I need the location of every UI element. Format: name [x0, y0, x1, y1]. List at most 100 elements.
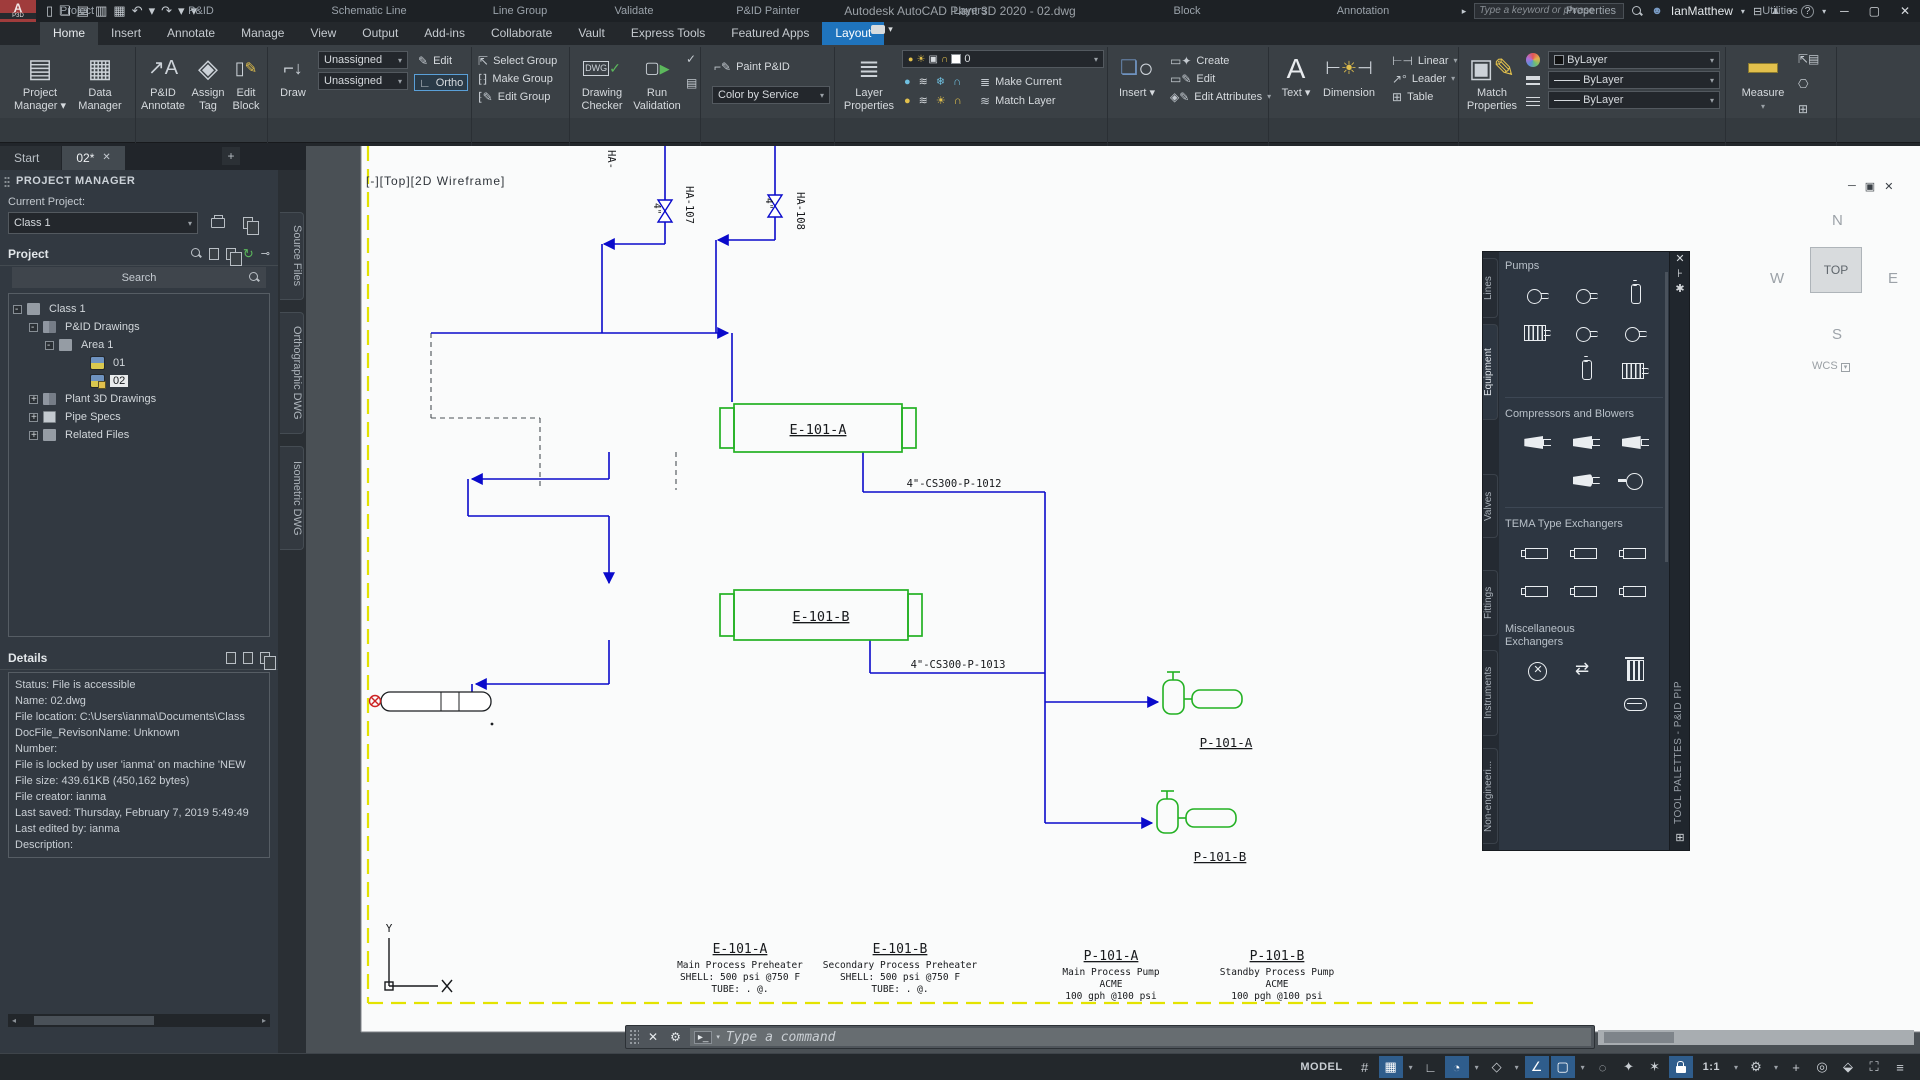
tree-item[interactable]: P&ID Drawings [9, 318, 269, 336]
selection-cycling-icon[interactable]: ◌ [1591, 1056, 1615, 1078]
tree-expander-icon[interactable] [29, 431, 38, 440]
ortho-mode-icon[interactable]: ∟ [1419, 1056, 1443, 1078]
leader-button[interactable]: ↗°Leader▾ [1392, 70, 1455, 87]
grid-display-icon[interactable]: # [1353, 1056, 1377, 1078]
make-group-button[interactable]: ⁅⁆Make Group [478, 70, 553, 87]
layer-properties-button[interactable]: ≣ LayerProperties [840, 49, 898, 113]
run-validation-button[interactable]: ▢▶ RunValidation [630, 49, 684, 113]
layer-on2-icon[interactable]: ● [904, 95, 911, 107]
palette-tool[interactable] [1569, 283, 1603, 307]
palette-tool[interactable] [1569, 431, 1603, 455]
project-search-input[interactable]: Search [12, 267, 266, 288]
palette-tool[interactable] [1569, 359, 1603, 383]
details-icon-3[interactable] [260, 652, 270, 664]
palette-scrollbar[interactable] [1665, 272, 1668, 562]
palette-tool[interactable] [1569, 469, 1603, 493]
print-icon[interactable] [206, 213, 230, 233]
dimension-button[interactable]: ⊢☀⊣ Dimension [1318, 49, 1380, 100]
snap-mode-icon[interactable]: ▦ [1379, 1056, 1403, 1078]
palette-tool[interactable] [1520, 321, 1554, 345]
palette-tool[interactable] [1569, 541, 1603, 565]
tab-orthographic-dwg[interactable]: Orthographic DWG [280, 312, 304, 434]
scrollbar-thumb[interactable] [1604, 1032, 1674, 1043]
layer-lock-icon[interactable]: ∩ [953, 76, 961, 88]
palette-tool[interactable] [1520, 541, 1554, 565]
details-icon-2[interactable] [243, 652, 253, 664]
tree-expander-icon[interactable] [13, 305, 22, 314]
color-wheel-icon[interactable] [1526, 53, 1540, 67]
position-lock-icon[interactable] [1669, 1056, 1693, 1078]
tree-item[interactable]: Area 1 [9, 336, 269, 354]
layer-thaw2-icon[interactable]: ☀ [936, 94, 946, 107]
current-project-dropdown[interactable]: Class 1▾ [8, 212, 198, 234]
select-similar-icon[interactable]: ⎔ [1798, 75, 1808, 92]
linear-dimension-button[interactable]: ⊢⊣Linear▾ [1392, 52, 1458, 69]
e101a-tag[interactable]: E-101-A [790, 422, 847, 438]
ribbon-tab[interactable]: Featured Apps [718, 22, 822, 45]
panel-label-validate[interactable]: Validate [564, 5, 704, 17]
layer-unlock2-icon[interactable]: ∩ [954, 95, 962, 107]
tree-item[interactable]: 01 [9, 354, 269, 372]
text-button[interactable]: A Text ▾ [1276, 49, 1316, 100]
tree-item[interactable]: Pipe Specs [9, 408, 269, 426]
palette-tool[interactable] [1569, 321, 1603, 345]
clean-screen-icon[interactable]: ⛶ [1862, 1056, 1886, 1078]
palette-close-icon[interactable]: ✕ [1670, 252, 1690, 267]
palette-tool[interactable] [1618, 321, 1652, 345]
viewcube-west[interactable]: W [1770, 270, 1784, 287]
panel-label-layers[interactable]: Layers [900, 5, 1040, 17]
edit-block-small-button[interactable]: ▭✎Edit [1170, 70, 1215, 87]
graphics-performance-icon[interactable]: ⬙ [1836, 1056, 1860, 1078]
workspace-caret-icon[interactable]: ▾ [1770, 1056, 1782, 1078]
ribbon-tab[interactable]: Insert [98, 22, 154, 45]
palette-tool[interactable] [1618, 359, 1652, 383]
match-layer-button[interactable]: ≋Match Layer [980, 92, 1056, 109]
quick-select-icon[interactable]: ⇱▤ [1798, 50, 1819, 67]
command-prompt-icon[interactable]: ▸_ [694, 1031, 713, 1044]
command-input[interactable]: ▸_ ▾ Type a command [690, 1028, 1591, 1046]
palette-tool[interactable] [1618, 691, 1652, 715]
isodraft-caret-icon[interactable]: ▾ [1511, 1056, 1523, 1078]
ribbon-tab[interactable]: Collaborate [478, 22, 565, 45]
palette-tool[interactable] [1520, 431, 1554, 455]
paint-pid-button[interactable]: ⌐✎Paint P&ID [714, 58, 790, 75]
file-tab-close-icon[interactable]: ✕ [102, 146, 110, 170]
edit-block-button[interactable]: ▯✎ EditBlock [226, 49, 266, 113]
palette-tool[interactable] [1569, 579, 1603, 603]
palette-tool[interactable] [1618, 541, 1652, 565]
object-snap-tracking-icon[interactable]: ∠ [1525, 1056, 1549, 1078]
tree-expander-icon[interactable] [29, 413, 38, 422]
project-manager-button[interactable]: ▤ ProjectManager ▾ [12, 49, 68, 113]
quick-calculator-icon[interactable]: ⊞ [1798, 100, 1808, 117]
snap-caret-icon[interactable]: ▾ [1405, 1056, 1417, 1078]
object-snap-icon[interactable]: ▢ [1551, 1056, 1575, 1078]
painter-mode-dropdown[interactable]: Color by Service▾ [712, 86, 830, 104]
annotation-scale-value[interactable]: 1:1 [1695, 1056, 1728, 1078]
panel-label-utilities[interactable]: Utilities [1710, 5, 1850, 17]
pipe-label-1012[interactable]: 4"-CS300-P-1012 [907, 478, 1002, 490]
viewcube-north[interactable]: N [1832, 212, 1843, 229]
tree-expander-icon[interactable] [29, 395, 38, 404]
polar-caret-icon[interactable]: ▾ [1471, 1056, 1483, 1078]
ribbon-display-toggle[interactable]: ▾ [865, 24, 899, 35]
tray-plus-icon[interactable]: + [1784, 1056, 1808, 1078]
palette-tool[interactable] [1618, 659, 1652, 683]
command-close-icon[interactable]: ✕ [642, 1030, 664, 1044]
select-group-button[interactable]: ⇱Select Group [478, 52, 557, 69]
new-file-tab-button[interactable]: + [222, 147, 240, 165]
workspace-switching-icon[interactable]: ⚙ [1744, 1056, 1768, 1078]
layer-freeze-icon[interactable]: ❄ [936, 75, 945, 88]
doc-close-icon[interactable]: ✕ [1884, 180, 1893, 193]
viewport-controls-label[interactable]: [-][Top][2D Wireframe] [366, 174, 505, 188]
model-space-button[interactable]: MODEL [1292, 1056, 1350, 1078]
palette-properties-icon[interactable]: ✱ [1670, 282, 1690, 297]
measure-button[interactable]: Measure▾ [1734, 49, 1792, 113]
tab-source-files[interactable]: Source Files [280, 212, 304, 300]
draw-button[interactable]: ⌐↓ Draw [272, 49, 314, 100]
e101b-tag[interactable]: E-101-B [793, 609, 850, 625]
ribbon-tab[interactable]: View [297, 22, 349, 45]
copy-report-icon[interactable] [236, 213, 260, 233]
panel-label-block[interactable]: Block [1117, 5, 1257, 17]
layer-walk-icon[interactable]: ≋ [919, 94, 928, 107]
line1-dropdown[interactable]: Unassigned▾ [318, 51, 408, 69]
